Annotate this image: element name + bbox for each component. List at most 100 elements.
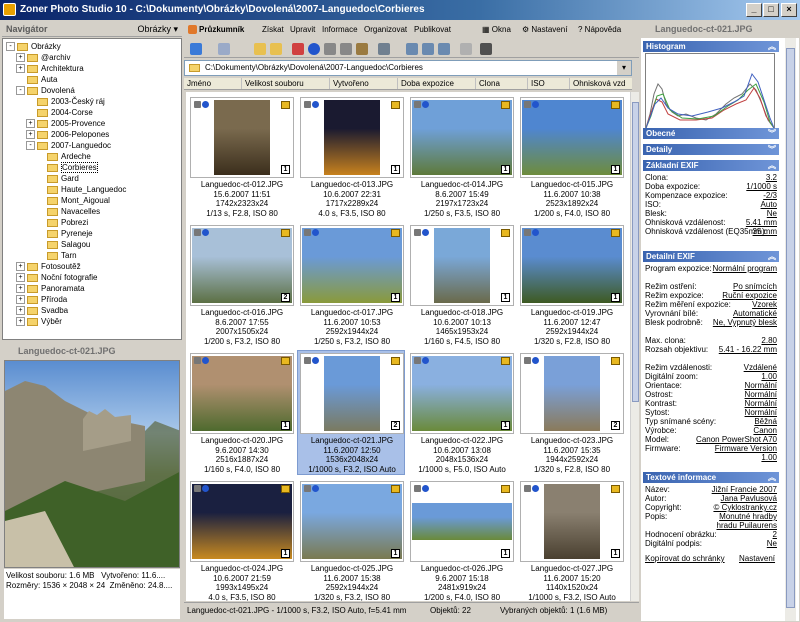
tree-item[interactable]: Auta — [16, 74, 57, 85]
rename-icon[interactable] — [438, 43, 450, 55]
tree-item[interactable]: Salagou — [36, 239, 90, 250]
menu-edit[interactable]: Upravit — [290, 25, 315, 34]
thumbnail-card[interactable]: 1 Languedoc-ct-027.JPG 11.6.2007 15:20 1140… — [517, 478, 625, 601]
col-size[interactable]: Velikost souboru — [242, 78, 330, 89]
info-panel-scrollbar[interactable] — [785, 38, 796, 621]
new-folder-icon[interactable] — [270, 43, 282, 55]
view-mode-icon[interactable] — [378, 43, 390, 55]
info-value[interactable]: Normální program — [707, 264, 777, 273]
tree-item[interactable]: Ardeche — [36, 151, 91, 162]
tree-item[interactable]: Gard — [36, 173, 79, 184]
info-value[interactable]: 1.00 — [761, 372, 777, 381]
delete-icon[interactable] — [292, 43, 304, 55]
tree-item[interactable]: + @archiv — [16, 52, 70, 63]
info-value[interactable]: 2.80 — [761, 336, 777, 345]
maximize-button[interactable]: □ — [763, 3, 779, 17]
tree-item[interactable]: Navacelles — [36, 206, 100, 217]
forward-icon[interactable] — [218, 43, 230, 55]
settings-link[interactable]: Nastavení — [739, 554, 775, 563]
sort-icon[interactable] — [356, 43, 368, 55]
tree-item[interactable]: Corbieres — [36, 162, 98, 173]
info-value[interactable]: 1/1000 s — [746, 182, 777, 191]
info-value[interactable]: Vzdálené — [744, 363, 777, 372]
thumbnail-card[interactable]: 1 Languedoc-ct-018.JPG 10.6.2007 10:13 1465… — [407, 222, 515, 347]
info-value[interactable]: Ne — [767, 209, 777, 218]
thumbnail-card[interactable]: 1 Languedoc-ct-022.JPG 10.6.2007 13:08 2048… — [407, 350, 515, 475]
thumbnail-card[interactable]: 2 Languedoc-ct-016.JPG 8.6.2007 17:55 2007x… — [187, 222, 295, 347]
info-value[interactable]: Firmware Version 1.00 — [707, 444, 777, 462]
info-value[interactable]: -2/3 — [763, 191, 777, 200]
grid-scrollbar[interactable] — [630, 92, 639, 601]
info-value[interactable]: 5.41 - 16.22 mm — [707, 345, 777, 354]
col-aperture[interactable]: Clona — [476, 78, 528, 89]
info-value[interactable]: Jižní Francie 2007 — [712, 485, 777, 494]
move-icon[interactable] — [422, 43, 434, 55]
expand-icon[interactable]: + — [16, 64, 25, 74]
thumbnail-card[interactable]: 1 Languedoc-ct-024.JPG 10.6.2007 21:59 1993… — [187, 478, 295, 601]
expand-icon[interactable]: + — [16, 317, 25, 327]
section-basic-exif[interactable]: Základní EXIF ︽ — [643, 160, 779, 171]
expand-icon[interactable]: + — [16, 262, 25, 272]
thumbnail-card[interactable]: 1 Languedoc-ct-019.JPG 11.6.2007 12:47 2592… — [517, 222, 625, 347]
tab-explorer[interactable]: Průzkumník — [188, 25, 244, 35]
col-exposure[interactable]: Doba expozice — [398, 78, 476, 89]
tree-item[interactable]: + Architektura — [16, 63, 84, 74]
thumbnail-card[interactable]: 2 Languedoc-ct-023.JPG 11.6.2007 15:35 1944… — [517, 350, 625, 475]
info-value[interactable]: Ruční expozice — [722, 291, 777, 300]
info-value[interactable]: 35 mm — [707, 227, 777, 236]
section-details[interactable]: Detaily ︾ — [643, 144, 779, 155]
tree-item[interactable]: Tarn — [36, 250, 77, 261]
menu-info[interactable]: Informace — [322, 25, 358, 34]
tree-item[interactable]: + Výběr — [16, 316, 62, 327]
info-value[interactable]: 3.2 — [766, 173, 777, 182]
tree-item[interactable]: + Svadba — [16, 305, 68, 316]
section-histogram[interactable]: Histogram ︽ — [643, 41, 779, 52]
info-value[interactable]: 5.41 mm — [746, 218, 777, 227]
minimize-button[interactable]: _ — [746, 3, 762, 17]
tree-item[interactable]: +2006-Pelopones — [26, 129, 109, 140]
collapse-icon[interactable]: - — [6, 42, 15, 52]
folder-up-icon[interactable] — [254, 43, 266, 55]
copy-to-clipboard-link[interactable]: Kopírovat do schránky — [645, 554, 725, 563]
scrollbar-thumb[interactable] — [632, 102, 639, 402]
path-dropdown[interactable]: ▾ — [617, 61, 631, 75]
menu-get[interactable]: Získat — [262, 25, 284, 34]
info-value[interactable]: Ne, Vypnutý blesk — [707, 318, 777, 327]
tree-item[interactable]: Pobrezi — [36, 217, 88, 228]
thumbnail-card[interactable]: 1 Languedoc-ct-012.JPG 15.6.2007 11:51 1742… — [187, 94, 295, 219]
expand-icon[interactable]: + — [16, 295, 25, 305]
thumbnail-card[interactable]: 1 Languedoc-ct-013.JPG 10.6.2007 22:31 1717… — [297, 94, 405, 219]
tree-item[interactable]: +2005-Provence — [26, 118, 105, 129]
thumbnail-card[interactable]: 1 Languedoc-ct-020.JPG 9.6.2007 14:30 2516x… — [187, 350, 295, 475]
menu-publish[interactable]: Publikovat — [414, 25, 451, 34]
thumbnail-card[interactable]: 1 Languedoc-ct-014.JPG 8.6.2007 15:49 2197x… — [407, 94, 515, 219]
tree-item[interactable]: - 2007-Languedoc — [26, 140, 111, 151]
back-icon[interactable] — [190, 43, 202, 55]
collapse-icon[interactable]: - — [16, 86, 25, 96]
collapse-icon[interactable]: - — [26, 141, 35, 151]
properties-icon[interactable] — [460, 43, 472, 55]
copy-icon[interactable] — [406, 43, 418, 55]
section-text-info[interactable]: Textové informace ︽ — [643, 472, 779, 483]
info-value[interactable]: Monutné hradby hradu Puilaurens — [707, 512, 777, 530]
navigator-dropdown[interactable]: Obrázky ▾ — [137, 22, 178, 37]
tree-item[interactable]: - Dovolená — [16, 85, 75, 96]
thumbnail-card[interactable]: 1 Languedoc-ct-026.JPG 9.6.2007 15:18 2481x… — [407, 478, 515, 601]
thumbnail-card[interactable]: 2 Languedoc-ct-021.JPG 11.6.2007 12:50 1536… — [297, 350, 405, 475]
info-value[interactable]: Normální — [745, 408, 777, 417]
folder-tree[interactable]: - Obrázky + @archiv + Architektura Auta - Dovole… — [2, 38, 182, 340]
scrollbar-thumb[interactable] — [786, 48, 795, 608]
col-iso[interactable]: ISO — [528, 78, 570, 89]
info-value[interactable]: Auto — [761, 200, 777, 209]
thumbnail-card[interactable]: 1 Languedoc-ct-015.JPG 11.6.2007 10:38 2523… — [517, 94, 625, 219]
acquire-icon[interactable] — [480, 43, 492, 55]
thumbnail-card[interactable]: 1 Languedoc-ct-025.JPG 11.6.2007 15:38 2592… — [297, 478, 405, 601]
info-value[interactable]: Normální — [745, 390, 777, 399]
info-value[interactable]: Canon PowerShot A70 — [696, 435, 777, 444]
thumbnail-card[interactable]: 1 Languedoc-ct-017.JPG 11.6.2007 10:53 2592… — [297, 222, 405, 347]
info-value[interactable]: © Cyklostranky.cz — [713, 503, 777, 512]
info-value[interactable]: Jana Pavlusová — [721, 494, 777, 503]
tree-item[interactable]: + Fotosoutěž — [16, 261, 81, 272]
tree-item[interactable]: Haute_Languedoc — [36, 184, 126, 195]
filter-icon[interactable] — [340, 43, 352, 55]
